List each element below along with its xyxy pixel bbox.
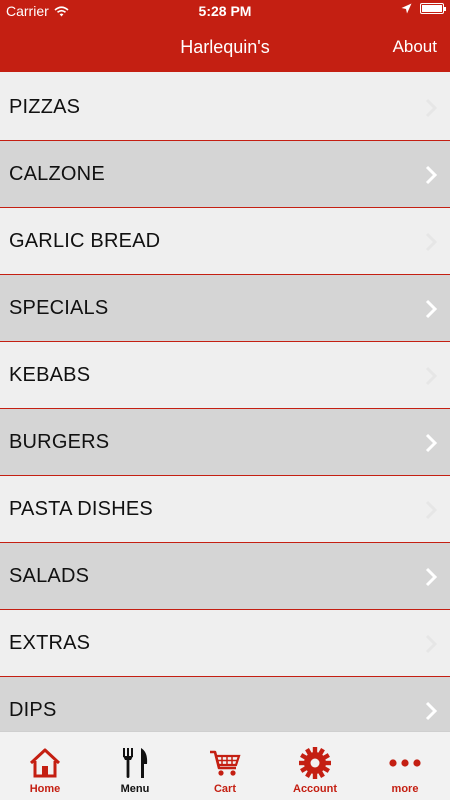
- status-time: 5:28 PM: [198, 3, 252, 19]
- chevron-right-icon: [425, 366, 438, 386]
- tab-cart[interactable]: Cart: [180, 732, 270, 800]
- tab-label: Account: [293, 783, 337, 795]
- menu-item-garlic-bread[interactable]: GARLIC BREAD: [0, 208, 450, 275]
- menu-item-label: KEBABS: [9, 363, 91, 386]
- chevron-right-icon: [425, 500, 438, 520]
- menu-item-burgers[interactable]: BURGERS: [0, 409, 450, 476]
- chevron-right-icon: [425, 567, 438, 587]
- chevron-right-icon: [425, 232, 438, 252]
- menu-item-pizzas[interactable]: PIZZAS: [0, 74, 450, 141]
- tab-account[interactable]: Account: [270, 732, 360, 800]
- chevron-right-icon: [425, 433, 438, 453]
- menu-item-salads[interactable]: SALADS: [0, 543, 450, 610]
- location-arrow-icon: [401, 3, 412, 14]
- tab-label: more: [391, 783, 419, 795]
- house-icon: [29, 748, 61, 778]
- menu-item-label: PASTA DISHES: [9, 497, 153, 520]
- status-bar: Carrier 5:28 PM: [0, 0, 450, 22]
- menu-item-dips[interactable]: DIPS: [0, 677, 450, 731]
- menu-item-specials[interactable]: SPECIALS: [0, 275, 450, 342]
- more-dots-icon: [389, 759, 421, 767]
- about-button[interactable]: About: [393, 37, 437, 57]
- menu-item-label: CALZONE: [9, 162, 105, 185]
- chevron-right-icon: [425, 634, 438, 654]
- menu-category-list: PIZZAS CALZONE GARLIC BREAD SPECIALS KEB…: [0, 74, 450, 731]
- tab-bar: Home Menu Cart Account more: [0, 731, 450, 800]
- tab-label: Menu: [120, 783, 150, 795]
- menu-item-calzone[interactable]: CALZONE: [0, 141, 450, 208]
- chevron-right-icon: [425, 701, 438, 721]
- menu-item-label: EXTRAS: [9, 631, 91, 654]
- menu-item-kebabs[interactable]: KEBABS: [0, 342, 450, 409]
- menu-item-label: DIPS: [9, 698, 57, 721]
- menu-item-pasta-dishes[interactable]: PASTA DISHES: [0, 476, 450, 543]
- tab-label: Home: [29, 783, 61, 795]
- nav-bar: Harlequin's About: [0, 22, 450, 72]
- cart-icon: [210, 750, 241, 776]
- battery-icon: [420, 3, 446, 14]
- fork-knife-icon: [123, 748, 148, 778]
- menu-item-label: SPECIALS: [9, 296, 109, 319]
- menu-item-extras[interactable]: EXTRAS: [0, 610, 450, 677]
- menu-item-label: SALADS: [9, 564, 90, 587]
- chevron-right-icon: [425, 98, 438, 118]
- menu-item-label: BURGERS: [9, 430, 110, 453]
- tab-menu[interactable]: Menu: [90, 732, 180, 800]
- tab-home[interactable]: Home: [0, 732, 90, 800]
- page-title: Harlequin's: [180, 37, 270, 57]
- menu-item-label: GARLIC BREAD: [9, 229, 161, 252]
- tab-label: Cart: [213, 783, 236, 795]
- chevron-right-icon: [425, 299, 438, 319]
- menu-item-label: PIZZAS: [9, 95, 81, 118]
- tab-more[interactable]: more: [360, 732, 450, 800]
- gear-icon: [299, 747, 331, 779]
- chevron-right-icon: [425, 165, 438, 185]
